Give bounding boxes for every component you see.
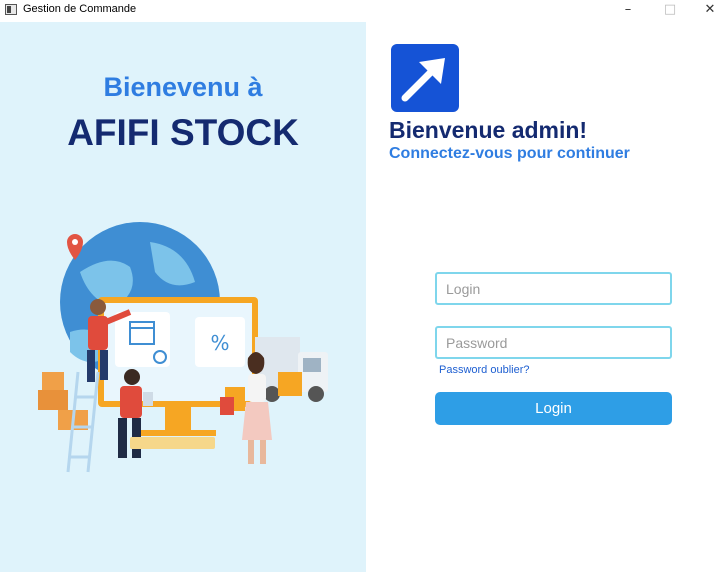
login-input[interactable] xyxy=(435,272,672,305)
title-bar: Gestion de Commande – □ ✕ xyxy=(0,0,727,22)
shopping-illustration: % xyxy=(38,222,328,473)
brand-title: AFIFI STOCK xyxy=(67,112,299,153)
forgot-password-link[interactable]: Password oublier? xyxy=(439,364,530,376)
minimize-button[interactable]: – xyxy=(608,0,648,22)
close-button[interactable]: ✕ xyxy=(690,0,727,22)
login-button[interactable]: Login xyxy=(435,392,672,425)
arrow-logo-icon xyxy=(391,44,459,112)
greeting-heading: Bienvenue admin! xyxy=(389,117,588,143)
svg-text:%: % xyxy=(210,331,229,355)
app-icon xyxy=(5,4,17,15)
password-input[interactable] xyxy=(435,326,672,359)
greeting-subheading: Connectez-vous pour continuer xyxy=(389,145,630,162)
window-title: Gestion de Commande xyxy=(23,3,137,15)
welcome-text: Bienevenu à xyxy=(103,72,263,102)
welcome-panel: Bienevenu à AFIFI STOCK % xyxy=(0,22,366,572)
maximize-button[interactable]: □ xyxy=(650,0,690,22)
